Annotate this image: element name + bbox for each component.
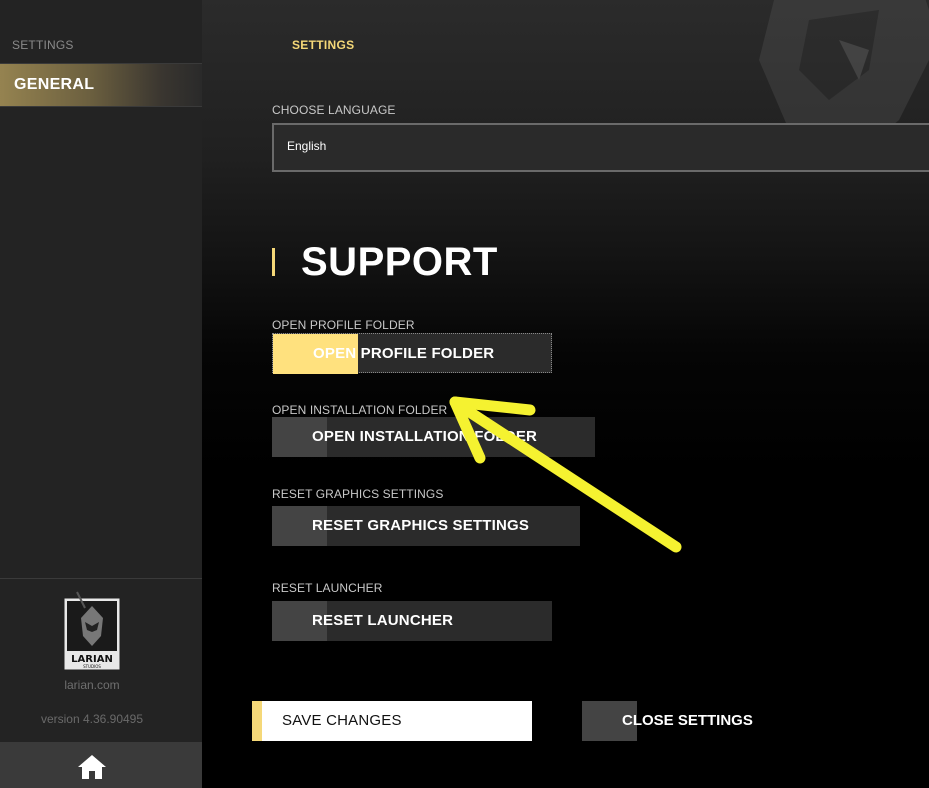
section-title-support: SUPPORT: [301, 240, 498, 284]
site-link[interactable]: larian.com: [0, 678, 184, 692]
larian-logo: LARIAN STUDIOS: [63, 591, 121, 671]
tab-settings[interactable]: SETTINGS: [292, 38, 354, 52]
button-accent: [252, 701, 262, 741]
close-settings-button[interactable]: CLOSE SETTINGS: [582, 701, 753, 741]
button-label: OPEN PROFILE FOLDER: [313, 345, 495, 362]
button-label: RESET LAUNCHER: [312, 612, 454, 629]
open-installation-folder-button[interactable]: OPEN INSTALLATION FOLDER: [272, 417, 595, 457]
logo-subtext: STUDIOS: [83, 664, 101, 669]
sidebar-item-general[interactable]: GENERAL: [0, 63, 202, 107]
button-label: CLOSE SETTINGS: [622, 712, 753, 729]
language-select[interactable]: English: [272, 123, 929, 172]
language-value: English: [287, 139, 327, 153]
button-label: RESET GRAPHICS SETTINGS: [312, 517, 530, 534]
sidebar-item-label: GENERAL: [14, 76, 95, 93]
reset-launcher-label: RESET LAUNCHER: [272, 581, 383, 595]
reset-graphics-settings-label: RESET GRAPHICS SETTINGS: [272, 487, 444, 501]
home-icon: [78, 755, 106, 779]
button-label: SAVE CHANGES: [282, 712, 402, 729]
reset-launcher-button[interactable]: RESET LAUNCHER: [272, 601, 552, 641]
sidebar-title: SETTINGS: [12, 38, 74, 52]
section-accent-bar: [272, 248, 275, 276]
main-panel: SETTINGS CHOOSE LANGUAGE English SUPPORT…: [202, 0, 929, 788]
open-installation-folder-label: OPEN INSTALLATION FOLDER: [272, 403, 448, 417]
home-button[interactable]: [0, 742, 202, 788]
version-text: version 4.36.90495: [40, 712, 144, 726]
language-label: CHOOSE LANGUAGE: [272, 103, 396, 117]
save-changes-button[interactable]: SAVE CHANGES: [252, 701, 532, 741]
sidebar: SETTINGS GENERAL LARIAN STUDIOS larian.c…: [0, 0, 202, 788]
reset-graphics-settings-button[interactable]: RESET GRAPHICS SETTINGS: [272, 506, 580, 546]
open-profile-folder-button[interactable]: OPEN PROFILE FOLDER: [272, 333, 552, 374]
sidebar-divider: [0, 578, 202, 579]
open-profile-folder-label: OPEN PROFILE FOLDER: [272, 318, 415, 332]
button-label: OPEN INSTALLATION FOLDER: [312, 428, 538, 445]
